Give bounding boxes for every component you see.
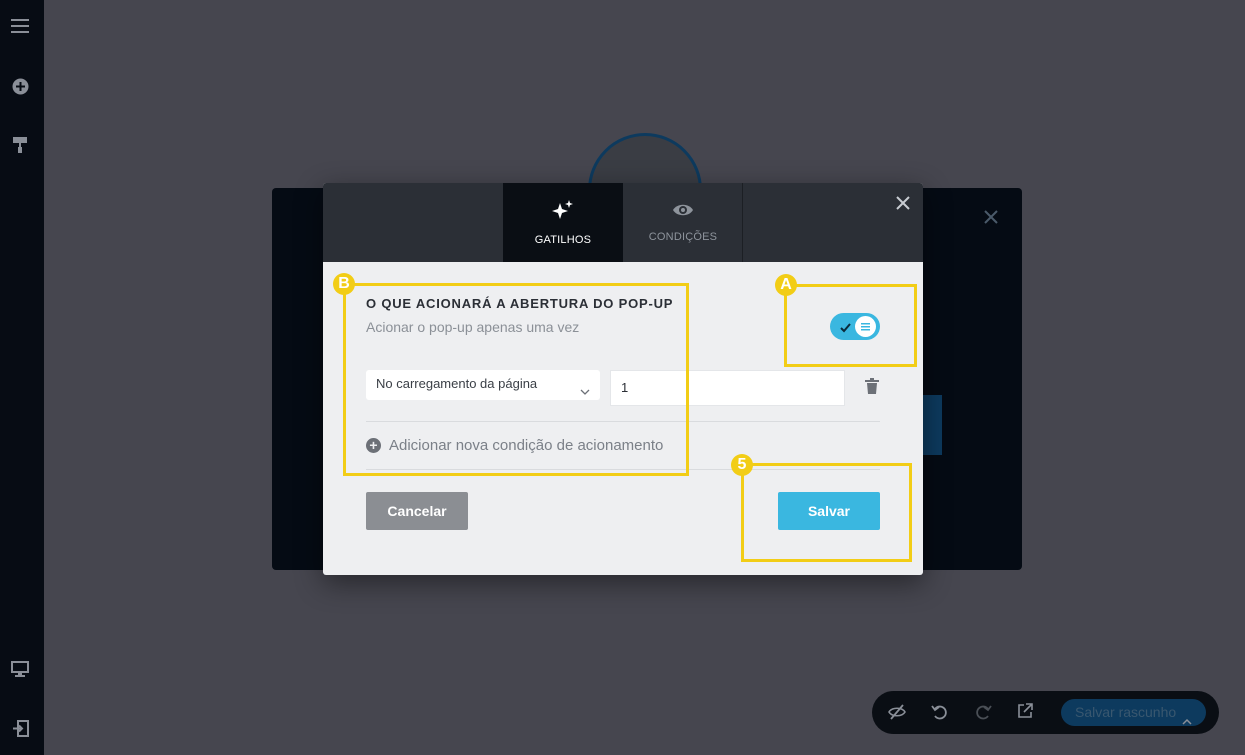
editor-toolbar: Salvar rascunho — [872, 691, 1219, 734]
editor-sidebar — [0, 0, 44, 755]
exit-icon[interactable] — [10, 718, 30, 738]
tab-label: GATILHOS — [534, 234, 592, 246]
add-element-icon[interactable] — [10, 76, 30, 96]
undo-icon[interactable] — [931, 703, 949, 721]
tab-gatilhos[interactable]: GATILHOS — [503, 183, 623, 262]
desktop-icon[interactable] — [10, 659, 30, 679]
tab-label: CONDIÇÕES — [648, 231, 718, 243]
trash-icon[interactable] — [865, 378, 879, 394]
redo-icon[interactable] — [974, 703, 992, 721]
chevron-up-icon[interactable] — [1182, 708, 1192, 735]
highlight-box-5 — [741, 463, 912, 562]
annotation-badge-5: 5 — [731, 454, 753, 476]
cancel-button[interactable]: Cancelar — [366, 492, 468, 530]
close-icon[interactable] — [893, 193, 913, 213]
eye-icon — [672, 202, 694, 223]
highlight-box-a — [784, 284, 917, 367]
save-draft-label: Salvar rascunho — [1075, 704, 1177, 720]
paint-roller-icon[interactable] — [10, 135, 30, 155]
annotation-badge-b: B — [333, 273, 355, 295]
highlight-box-b — [343, 283, 689, 476]
sparkles-icon — [552, 199, 574, 226]
modal-header: GATILHOS CONDIÇÕES — [323, 183, 923, 262]
tab-condicoes[interactable]: CONDIÇÕES — [624, 183, 743, 262]
annotation-badge-a: A — [775, 274, 797, 296]
external-link-icon[interactable] — [1017, 703, 1035, 721]
save-draft-button[interactable]: Salvar rascunho — [1061, 699, 1206, 726]
hide-preview-icon[interactable] — [888, 703, 906, 721]
menu-icon[interactable] — [10, 16, 30, 36]
background-close-icon — [983, 208, 999, 228]
background-preview-button — [922, 395, 942, 455]
